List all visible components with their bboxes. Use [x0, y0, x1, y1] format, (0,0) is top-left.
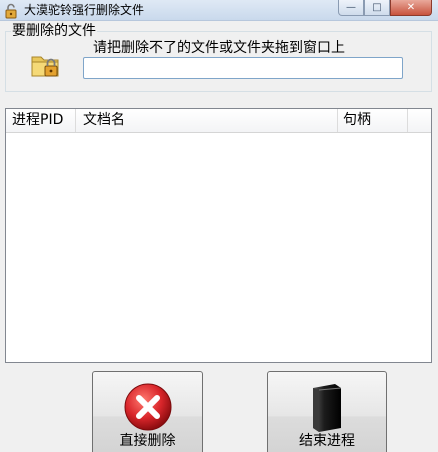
delete-button[interactable]: 直接删除 [92, 371, 203, 452]
drop-hint: 请把删除不了的文件或文件夹拖到窗口上 [93, 40, 345, 56]
maximize-button[interactable]: □ [364, 0, 390, 16]
end-process-button[interactable]: 结束进程 [267, 371, 387, 452]
window-title: 大漠驼铃强行删除文件 [24, 3, 145, 17]
handle-list[interactable]: 进程PID 文档名 句柄 [5, 108, 432, 363]
delete-button-label: 直接删除 [119, 433, 176, 449]
column-header-handle[interactable]: 句柄 [338, 109, 408, 132]
app-window: 大漠驼铃强行删除文件 — □ ✕ 要删除的文件 请把删除不了的文件或文件夹拖到窗… [0, 0, 438, 452]
group-legend: 要删除的文件 [11, 23, 97, 39]
folder-lock-icon [31, 56, 59, 77]
close-button[interactable]: ✕ [390, 0, 432, 16]
minimize-button[interactable]: — [338, 0, 364, 16]
column-header-pid[interactable]: 进程PID [6, 109, 76, 132]
caption-buttons: — □ ✕ [338, 0, 432, 16]
end-process-button-label: 结束进程 [299, 433, 355, 449]
list-header: 进程PID 文档名 句柄 [6, 109, 431, 133]
black-tower-icon [313, 384, 342, 432]
red-x-icon [124, 383, 171, 431]
column-header-document[interactable]: 文档名 [76, 109, 338, 132]
title-bar[interactable]: 大漠驼铃强行删除文件 — □ ✕ [0, 0, 438, 21]
file-path-input[interactable] [83, 57, 403, 79]
lock-icon [5, 3, 17, 19]
